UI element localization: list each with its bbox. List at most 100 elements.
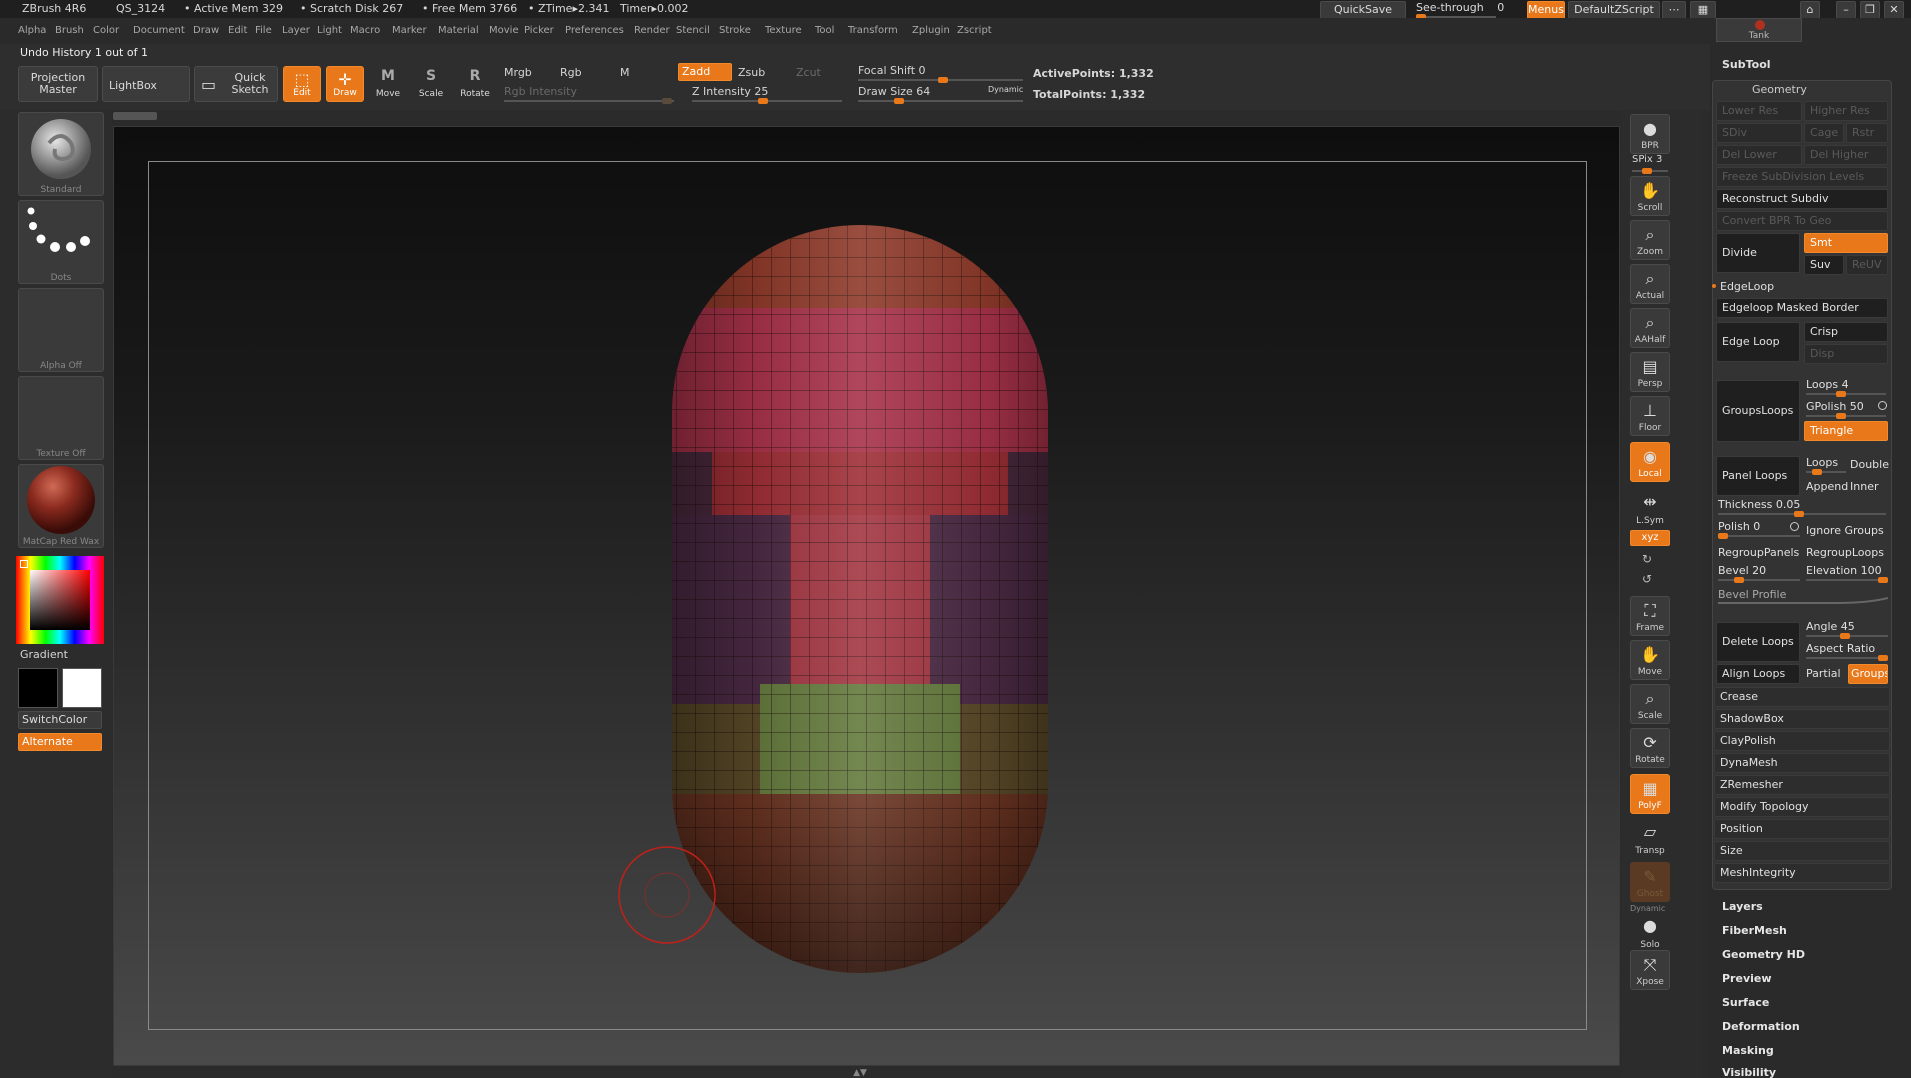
freeze-subdivision-button[interactable]: Freeze SubDivision Levels	[1716, 167, 1888, 187]
polish-circle-icon[interactable]	[1790, 522, 1799, 531]
bpr-button[interactable]: ● BPR	[1630, 114, 1670, 154]
polish-slider[interactable]: Polish 0	[1718, 520, 1760, 533]
menu-color[interactable]: Color	[93, 25, 119, 36]
position-section[interactable]: Position	[1714, 819, 1890, 839]
del-higher-button[interactable]: Del Higher	[1804, 145, 1888, 165]
crease-section[interactable]: Crease	[1714, 687, 1890, 707]
edgeloop-header[interactable]: EdgeLoop	[1720, 280, 1774, 293]
deformation-section[interactable]: Deformation	[1722, 1020, 1800, 1033]
ghost-button[interactable]: ✎ Ghost	[1630, 862, 1670, 902]
menu-edit[interactable]: Edit	[228, 25, 247, 36]
groups-loops-button[interactable]: GroupsLoops	[1716, 380, 1800, 442]
thickness-slider[interactable]: Thickness 0.05	[1718, 498, 1800, 511]
disp-slider[interactable]: Disp	[1804, 344, 1888, 364]
menu-preferences[interactable]: Preferences	[565, 25, 624, 36]
align-loops-button[interactable]: Align Loops	[1716, 664, 1800, 684]
delete-loops-button[interactable]: Delete Loops	[1716, 622, 1800, 662]
draw-size-slider[interactable]	[858, 98, 1023, 104]
actual-button[interactable]: ⌕ Actual	[1630, 264, 1670, 304]
menu-stencil[interactable]: Stencil	[676, 25, 710, 36]
shadowbox-section[interactable]: ShadowBox	[1714, 709, 1890, 729]
sdiv-slider[interactable]: SDiv	[1716, 123, 1802, 143]
mrgb-button[interactable]: Mrgb	[504, 66, 532, 79]
default-zscript-button[interactable]: DefaultZScript	[1568, 1, 1660, 19]
inner-toggle[interactable]: Inner	[1850, 480, 1878, 493]
close-icon[interactable]: ✕	[1884, 1, 1904, 19]
rgb-intensity-slider[interactable]	[504, 98, 674, 104]
double-toggle[interactable]: Double	[1850, 458, 1889, 471]
rstr-button[interactable]: Rstr	[1846, 123, 1888, 143]
rotate-view-button[interactable]: ⟳ Rotate	[1630, 728, 1670, 768]
rotate-y-icon[interactable]: ↻	[1642, 552, 1652, 566]
preview-section[interactable]: Preview	[1722, 972, 1772, 985]
restore-icon[interactable]: ❐	[1860, 1, 1880, 19]
menu-file[interactable]: File	[255, 25, 272, 36]
persp-button[interactable]: ▤ Persp	[1630, 352, 1670, 392]
menu-zplugin[interactable]: Zplugin	[912, 25, 950, 36]
higher-res-button[interactable]: Higher Res	[1804, 101, 1888, 121]
main-color-swatch[interactable]	[18, 668, 58, 708]
dynamic-toggle[interactable]: Dynamic	[988, 85, 1023, 94]
lsym-button[interactable]: ⇹ L.Sym	[1630, 488, 1670, 528]
angle-slider[interactable]: Angle 45	[1806, 620, 1855, 633]
quicksave-button[interactable]: QuickSave	[1320, 1, 1406, 19]
solo-button[interactable]: ● Solo	[1630, 912, 1670, 952]
minimize-icon[interactable]: –	[1836, 1, 1856, 19]
scale-view-button[interactable]: ⌕ Scale	[1630, 684, 1670, 724]
panel-loops-slider[interactable]: Loops	[1806, 456, 1838, 469]
geometry-header[interactable]: Geometry	[1752, 83, 1807, 96]
polyf-button[interactable]: ▦ PolyF	[1630, 774, 1670, 814]
reuv-button[interactable]: ReUV	[1846, 255, 1888, 275]
suv-toggle[interactable]: Suv	[1804, 255, 1844, 275]
menus-toggle[interactable]: Menus	[1527, 1, 1565, 19]
menu-marker[interactable]: Marker	[392, 25, 427, 36]
layout-icon[interactable]: ⋯	[1662, 1, 1686, 19]
projection-master-button[interactable]: Projection Master	[18, 66, 98, 102]
zcut-button[interactable]: Zcut	[796, 66, 821, 79]
edgeloop-masked-border-button[interactable]: Edgeloop Masked Border	[1716, 298, 1888, 318]
menu-material[interactable]: Material	[438, 25, 479, 36]
spix-slider[interactable]	[1632, 168, 1668, 174]
menu-brush[interactable]: Brush	[55, 25, 84, 36]
smt-toggle[interactable]: Smt	[1804, 233, 1888, 253]
quick-sketch-button[interactable]: ▭ Quick Sketch	[194, 66, 278, 102]
secondary-color-swatch[interactable]	[62, 668, 102, 708]
menu-alpha[interactable]: Alpha	[18, 25, 46, 36]
elevation-slider[interactable]: Elevation 100	[1806, 564, 1882, 577]
triangle-toggle[interactable]: Triangle	[1804, 421, 1888, 441]
lock-icon[interactable]: ⌂	[1800, 1, 1820, 19]
bevel-profile-graph[interactable]	[1718, 596, 1888, 604]
menu-transform[interactable]: Transform	[848, 25, 898, 36]
zadd-button[interactable]: Zadd	[678, 63, 732, 81]
m-button[interactable]: M	[620, 66, 630, 79]
geometry-hd-section[interactable]: Geometry HD	[1722, 948, 1805, 961]
focal-shift-slider[interactable]	[858, 77, 1023, 83]
append-toggle[interactable]: Append	[1806, 480, 1848, 493]
menu-draw[interactable]: Draw	[193, 25, 219, 36]
gpolish-circle-icon[interactable]	[1878, 401, 1887, 410]
menu-zscript[interactable]: Zscript	[957, 25, 992, 36]
subtool-header[interactable]: SubTool	[1722, 58, 1771, 71]
menu-render[interactable]: Render	[634, 25, 670, 36]
stroke-thumbnail[interactable]: Dots	[18, 200, 104, 284]
viewport-tab[interactable]	[113, 112, 157, 120]
mesh-integrity-section[interactable]: MeshIntegrity	[1714, 863, 1890, 883]
loops-4-slider[interactable]: Loops 4	[1806, 378, 1849, 391]
menu-document[interactable]: Document	[133, 25, 185, 36]
texture-thumbnail[interactable]: Texture Off	[18, 376, 104, 460]
lower-res-button[interactable]: Lower Res	[1716, 101, 1802, 121]
divide-button[interactable]: Divide	[1716, 233, 1800, 273]
rgb-button[interactable]: Rgb	[560, 66, 582, 79]
menu-macro[interactable]: Macro	[350, 25, 380, 36]
aahalf-button[interactable]: ⌕ AAHalf	[1630, 308, 1670, 348]
move-button[interactable]: M Move	[370, 66, 406, 102]
material-thumbnail[interactable]: MatCap Red Wax	[18, 464, 104, 548]
local-button[interactable]: ◉ Local	[1630, 442, 1670, 482]
zremesher-section[interactable]: ZRemesher	[1714, 775, 1890, 795]
zoom-button[interactable]: ⌕ Zoom	[1630, 220, 1670, 260]
brush-thumbnail[interactable]: Standard	[18, 112, 104, 196]
dynamesh-section[interactable]: DynaMesh	[1714, 753, 1890, 773]
regroup-loops-toggle[interactable]: RegroupLoops	[1806, 546, 1884, 559]
switch-color-button[interactable]: SwitchColor	[18, 711, 102, 729]
alternate-button[interactable]: Alternate	[18, 733, 102, 751]
